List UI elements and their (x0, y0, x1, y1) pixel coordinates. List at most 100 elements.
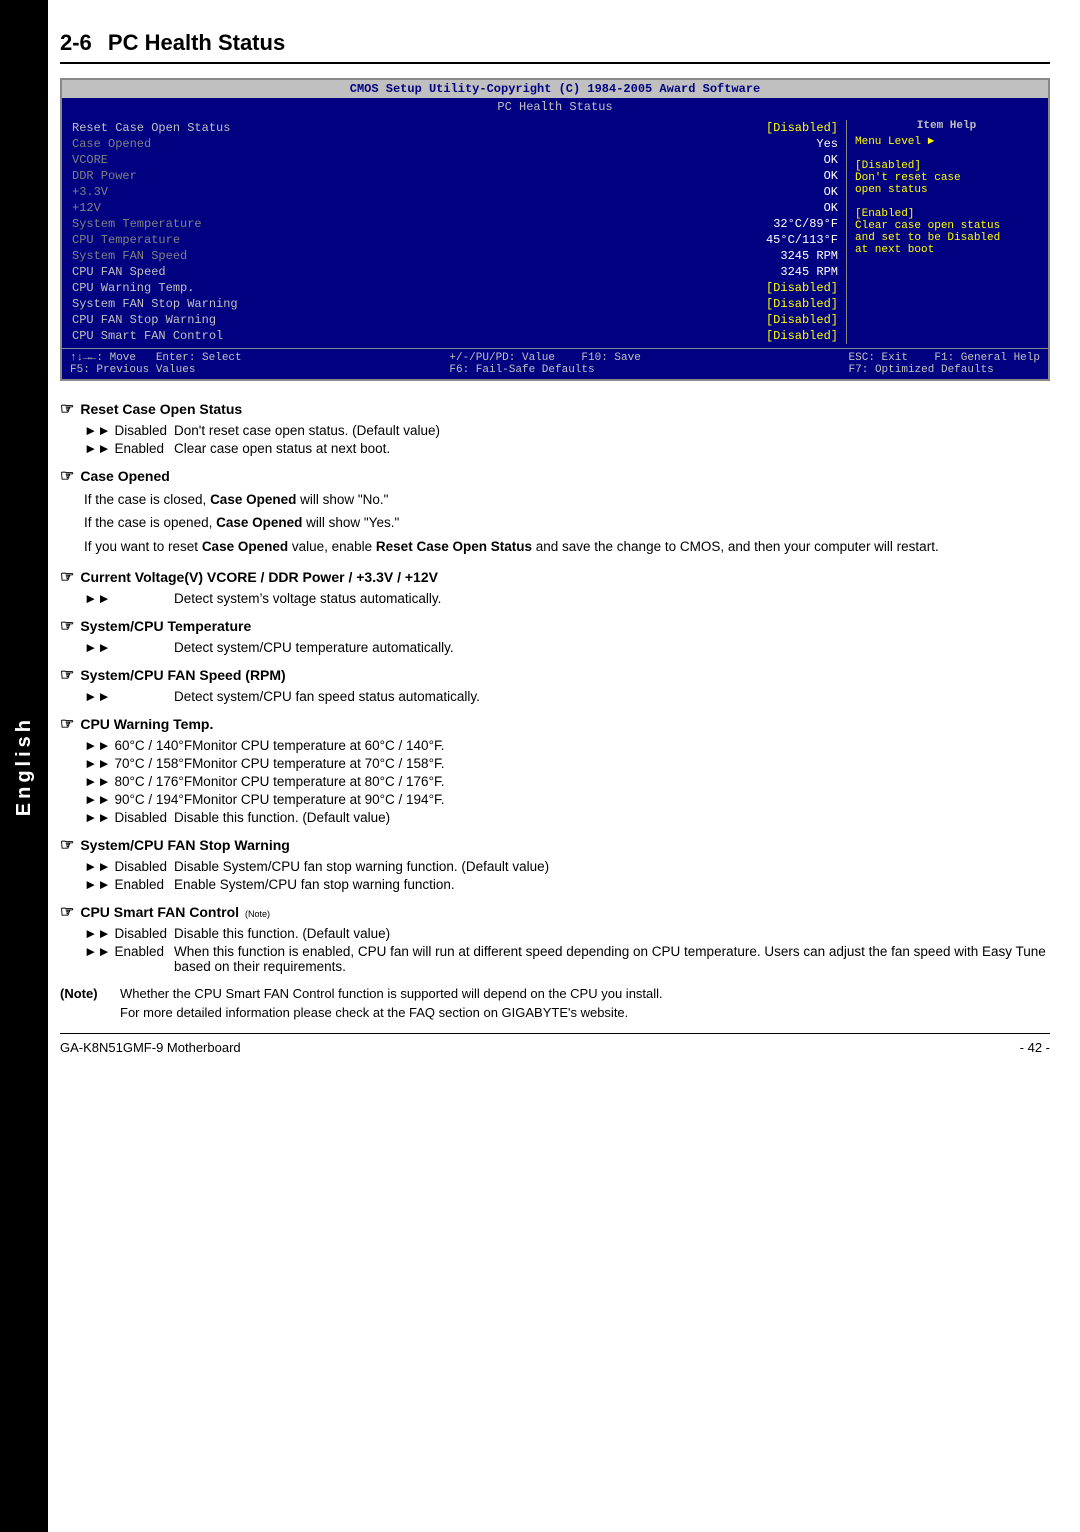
desc-text: Disable this function. (Default value) (174, 926, 1050, 941)
note-line: For more detailed information please che… (120, 1003, 663, 1023)
desc-item: ►► EnabledWhen this function is enabled,… (84, 944, 1050, 974)
bios-row-label: DDR Power (72, 169, 137, 183)
desc-bullet: ►► Enabled (84, 877, 174, 892)
desc-section-reset-case: ☞Reset Case Open Status►► DisabledDon't … (60, 399, 1050, 456)
desc-bullet: ►► (84, 689, 174, 704)
footer-right: - 42 - (1020, 1040, 1050, 1055)
desc-item: ►► DisabledDon't reset case open status.… (84, 423, 1050, 438)
bios-help-line: open status (855, 184, 1038, 196)
bios-footer: ↑↓→←: Move Enter: Select F5: Previous Va… (62, 348, 1048, 379)
bios-row-label: System FAN Speed (72, 249, 187, 263)
desc-section-case-opened: ☞ Case Opened If the case is closed, Case … (60, 466, 1050, 557)
bios-help-line (855, 196, 1038, 208)
bios-row-value: [Disabled] (766, 329, 838, 343)
bios-help-line: Don't reset case (855, 172, 1038, 184)
desc-heading-text: Case Opened (80, 468, 169, 484)
bios-row-label: CPU Temperature (72, 233, 180, 247)
desc-heading-sys-fan-stop: ☞ System/CPU FAN Stop Warning (60, 835, 1050, 855)
bios-row: +3.3VOK (72, 184, 838, 200)
bios-help-line: [Disabled] (855, 160, 1038, 172)
desc-bullet: ►► (84, 591, 174, 606)
desc-bullet: ►► Disabled (84, 859, 174, 874)
desc-text: Detect system’s voltage status automatic… (174, 591, 1050, 606)
arrow-icon: ☞ (60, 902, 74, 922)
bios-title: CMOS Setup Utility-Copyright (C) 1984-20… (62, 80, 1048, 98)
desc-heading-text: System/CPU FAN Stop Warning (80, 837, 290, 853)
desc-item: ►►Detect system/CPU fan speed status aut… (84, 689, 1050, 704)
desc-heading-sys-cpu-temp: ☞System/CPU Temperature (60, 616, 1050, 636)
desc-section-sys-cpu-fan: ☞System/CPU FAN Speed (RPM) ►►Detect syst… (60, 665, 1050, 704)
arrow-icon: ☞ (60, 466, 74, 486)
section-heading: PC Health Status (108, 30, 285, 55)
bios-row-value: 3245 RPM (780, 265, 838, 279)
desc-bullet: ►► 60°C / 140°F (84, 738, 192, 753)
bios-row-label: Case Opened (72, 137, 151, 151)
bios-help-line: Clear case open status (855, 220, 1038, 232)
desc-item: ►► 60°C / 140°FMonitor CPU temperature a… (84, 738, 1050, 753)
desc-text: Monitor CPU temperature at 60°C / 140°F. (192, 738, 1050, 753)
desc-heading-cpu-warning: ☞ CPU Warning Temp. (60, 714, 1050, 734)
bios-row-label: System FAN Stop Warning (72, 297, 238, 311)
desc-text: Monitor CPU temperature at 90°C / 194°F. (192, 792, 1050, 807)
sidebar: English (0, 0, 48, 1532)
desc-item: ►► 90°C / 194°FMonitor CPU temperature a… (84, 792, 1050, 807)
bios-footer-value: +/-/PU/PD: Value F10: Save (449, 352, 640, 364)
desc-bullet: ►► Enabled (84, 441, 174, 456)
bios-subtitle: PC Health Status (62, 98, 1048, 116)
desc-bullet: ►► 80°C / 176°F (84, 774, 192, 789)
desc-section-voltage: ☞Current Voltage(V) VCORE / DDR Power / … (60, 567, 1050, 606)
desc-item: ►►Detect system’s voltage status automat… (84, 591, 1050, 606)
bios-row: DDR PowerOK (72, 168, 838, 184)
desc-section-sys-fan-stop: ☞ System/CPU FAN Stop Warning ►► DisabledD… (60, 835, 1050, 892)
desc-item: ►►Detect system/CPU temperature automati… (84, 640, 1050, 655)
desc-item: ►► EnabledEnable System/CPU fan stop war… (84, 877, 1050, 892)
arrow-icon: ☞ (60, 835, 74, 855)
bios-help-line: and set to be Disabled (855, 232, 1038, 244)
desc-bullet: ►► Disabled (84, 926, 174, 941)
bios-row-value: Yes (816, 137, 838, 151)
bios-help-line: at next boot (855, 244, 1038, 256)
arrow-icon: ☞ (60, 567, 74, 587)
bios-row-value: 3245 RPM (780, 249, 838, 263)
desc-item: ►► EnabledClear case open status at next… (84, 441, 1050, 456)
page-footer: GA-K8N51GMF-9 Motherboard - 42 - (60, 1033, 1050, 1055)
bios-row-label: CPU Smart FAN Control (72, 329, 223, 343)
desc-heading-sys-cpu-fan: ☞System/CPU FAN Speed (RPM) (60, 665, 1050, 685)
desc-text: Disable System/CPU fan stop warning func… (174, 859, 1050, 874)
bios-footer-failsafe: F6: Fail-Safe Defaults (449, 364, 640, 376)
note-text: Whether the CPU Smart FAN Control functi… (120, 984, 663, 1023)
desc-bullet: ►► Disabled (84, 810, 174, 825)
bios-right-panel: Item Help Menu Level ► [Disabled]Don't re… (846, 120, 1046, 344)
desc-item: ►► DisabledDisable this function. (Defau… (84, 926, 1050, 941)
bios-help-title: Item Help (855, 120, 1038, 132)
main-content: 2-6 PC Health Status CMOS Setup Utility-… (60, 0, 1050, 1095)
bios-row-label: VCORE (72, 153, 108, 167)
bios-footer-col2: +/-/PU/PD: Value F10: Save F6: Fail-Safe… (449, 352, 640, 376)
desc-para: If the case is closed, Case Opened will … (84, 490, 1050, 510)
desc-item: ►► DisabledDisable this function. (Defau… (84, 810, 1050, 825)
bios-row: CPU Temperature45°C/113°F (72, 232, 838, 248)
bios-row-value: [Disabled] (766, 121, 838, 135)
bios-row-value: [Disabled] (766, 313, 838, 327)
bios-row-label: +12V (72, 201, 101, 215)
section-title: 2-6 PC Health Status (60, 30, 1050, 64)
desc-heading-text: System/CPU FAN Speed (RPM) (80, 667, 285, 683)
bios-help-line: Menu Level ► (855, 136, 1038, 148)
bios-row-label: Reset Case Open Status (72, 121, 230, 135)
bios-row: CPU FAN Speed3245 RPM (72, 264, 838, 280)
desc-text: Enable System/CPU fan stop warning funct… (174, 877, 1050, 892)
bios-help-line (855, 148, 1038, 160)
desc-text: Disable this function. (Default value) (174, 810, 1050, 825)
sidebar-label: English (13, 716, 36, 816)
desc-item: ►► 80°C / 176°FMonitor CPU temperature a… (84, 774, 1050, 789)
desc-heading-text: Reset Case Open Status (80, 401, 242, 417)
desc-item: ►► DisabledDisable System/CPU fan stop w… (84, 859, 1050, 874)
bios-row-label: CPU FAN Stop Warning (72, 313, 216, 327)
bios-row-label: System Temperature (72, 217, 202, 231)
desc-bullet: ►► Disabled (84, 423, 174, 438)
bios-row: System FAN Stop Warning[Disabled] (72, 296, 838, 312)
arrow-icon: ☞ (60, 714, 74, 734)
desc-heading-text: CPU Warning Temp. (80, 716, 213, 732)
note-section: (Note) Whether the CPU Smart FAN Control… (60, 984, 1050, 1023)
desc-bullet: ►► 70°C / 158°F (84, 756, 192, 771)
